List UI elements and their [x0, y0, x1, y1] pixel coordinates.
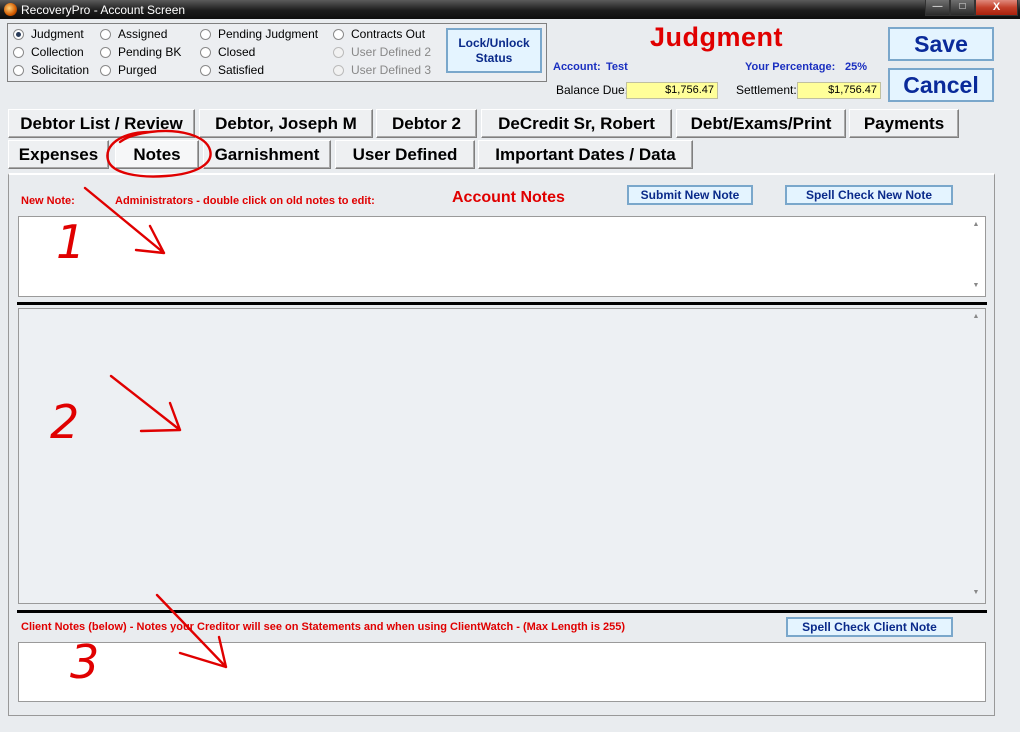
status-title: Judgment — [650, 22, 784, 52]
radio-circle — [100, 46, 111, 58]
tab-decredit-robert[interactable]: DeCredit Sr, Robert — [481, 109, 672, 138]
status-radio-user-defined-2: User Defined 2 — [333, 45, 431, 59]
minimize-button[interactable]: — — [925, 0, 950, 16]
balance-due-field[interactable]: $1,756.47 — [626, 82, 718, 99]
radio-circle — [13, 46, 24, 58]
admin-hint-label: Administrators - double click on old not… — [115, 195, 375, 207]
radio-circle — [100, 64, 111, 76]
window-title: RecoveryPro - Account Screen — [21, 3, 186, 17]
status-radio-judgment[interactable]: Judgment — [13, 27, 84, 41]
status-radio-user-defined-3: User Defined 3 — [333, 63, 431, 77]
status-radio-solicitation[interactable]: Solicitation — [13, 63, 89, 77]
tab-expenses[interactable]: Expenses — [8, 140, 109, 169]
window-titlebar: RecoveryPro - Account Screen — □ X — [0, 0, 1020, 19]
radio-circle — [333, 28, 344, 40]
status-radio-purged[interactable]: Purged — [100, 63, 157, 77]
radio-circle — [200, 28, 211, 40]
tab-notes[interactable]: Notes — [115, 140, 199, 169]
separator — [17, 302, 987, 305]
tab-user-defined[interactable]: User Defined — [335, 140, 475, 169]
status-radio-contracts-out[interactable]: Contracts Out — [333, 27, 425, 41]
scroll-up-icon[interactable]: ▲ — [970, 221, 982, 231]
client-notes-label: Client Notes (below) - Notes your Credit… — [21, 621, 626, 633]
tab-debtor-joseph[interactable]: Debtor, Joseph M — [199, 109, 373, 138]
spell-check-client-note-button[interactable]: Spell Check Client Note — [786, 617, 953, 637]
radio-label: Judgment — [31, 27, 84, 41]
balance-due-label: Balance Due: — [556, 83, 629, 97]
radio-label: Purged — [118, 63, 157, 77]
close-button[interactable]: X — [975, 0, 1018, 16]
window-controls: — □ X — [925, 0, 1018, 16]
radio-label: Pending Judgment — [218, 27, 319, 41]
radio-label: User Defined 2 — [351, 45, 432, 59]
radio-circle — [100, 28, 111, 40]
radio-circle — [333, 64, 344, 76]
spell-check-new-note-button[interactable]: Spell Check New Note — [785, 185, 953, 205]
radio-circle — [333, 46, 344, 58]
settlement-field[interactable]: $1,756.47 — [797, 82, 881, 99]
submit-new-note-button[interactable]: Submit New Note — [627, 185, 753, 205]
client-note-input[interactable] — [18, 642, 986, 702]
scroll-down-icon[interactable]: ▼ — [970, 589, 982, 599]
status-radio-closed[interactable]: Closed — [200, 45, 255, 59]
tab-debtor-list-review[interactable]: Debtor List / Review — [8, 109, 195, 138]
radio-circle — [13, 28, 24, 40]
radio-label: User Defined 3 — [351, 63, 432, 77]
radio-label: Contracts Out — [351, 27, 426, 41]
scroll-down-icon[interactable]: ▼ — [970, 282, 982, 292]
app-icon — [4, 3, 17, 16]
tab-garnishment[interactable]: Garnishment — [203, 140, 331, 169]
status-radio-assigned[interactable]: Assigned — [100, 27, 167, 41]
status-radio-satisfied[interactable]: Satisfied — [200, 63, 264, 77]
tab-debtor-2[interactable]: Debtor 2 — [376, 109, 477, 138]
radio-label: Closed — [218, 45, 256, 59]
status-radio-collection[interactable]: Collection — [13, 45, 84, 59]
radio-label: Satisfied — [218, 63, 265, 77]
radio-label: Assigned — [118, 27, 168, 41]
separator — [17, 610, 987, 613]
radio-label: Solicitation — [31, 63, 90, 77]
new-note-input[interactable]: ▲ ▼ — [18, 216, 986, 297]
new-note-label: New Note: — [21, 195, 75, 207]
status-radio-pending-judgment[interactable]: Pending Judgment — [200, 27, 318, 41]
tab-debt-exams-print[interactable]: Debt/Exams/Print — [676, 109, 846, 138]
radio-label: Collection — [31, 45, 84, 59]
settlement-label: Settlement: — [736, 83, 797, 97]
save-button[interactable]: Save — [888, 27, 994, 61]
radio-label: Pending BK — [118, 45, 182, 59]
old-notes-list[interactable]: ▲ ▼ — [18, 308, 986, 604]
account-notes-title: Account Notes — [452, 189, 565, 206]
status-radio-pending-bk[interactable]: Pending BK — [100, 45, 181, 59]
cancel-button[interactable]: Cancel — [888, 68, 994, 102]
lock-unlock-status-button[interactable]: Lock/Unlock Status — [446, 28, 542, 73]
percentage-value: 25% — [845, 61, 868, 73]
radio-circle — [200, 46, 211, 58]
radio-circle — [200, 64, 211, 76]
percentage-label: Your Percentage: — [745, 61, 836, 73]
account-label: Account: — [553, 61, 601, 73]
scroll-up-icon[interactable]: ▲ — [970, 313, 982, 323]
maximize-button[interactable]: □ — [950, 0, 975, 16]
tab-important-dates-data[interactable]: Important Dates / Data — [478, 140, 693, 169]
radio-circle — [13, 64, 24, 76]
tab-payments[interactable]: Payments — [849, 109, 959, 138]
account-value: Test — [606, 61, 628, 73]
